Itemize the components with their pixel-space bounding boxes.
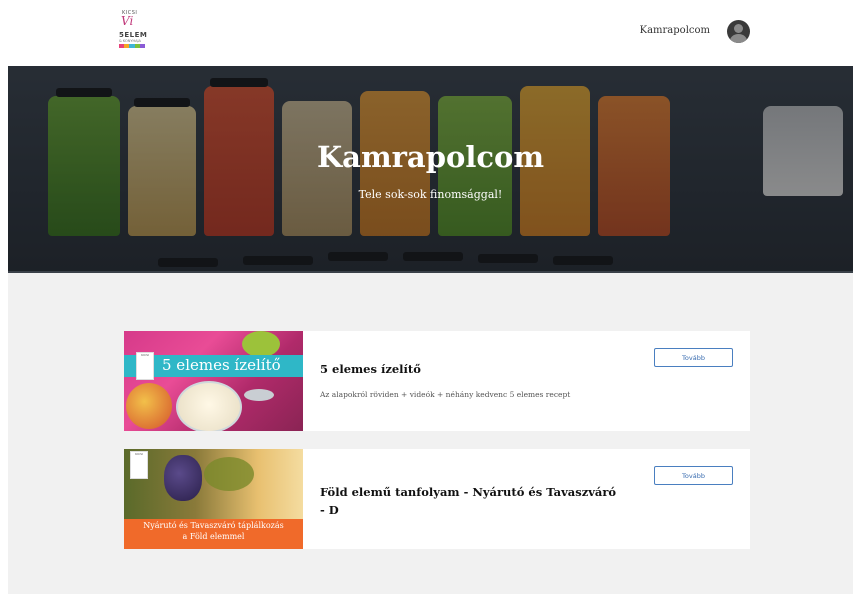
apple-image [242,331,280,357]
course-description: Az alapokról röviden + videók + néhány k… [320,390,571,399]
grape-image [164,455,202,501]
course-card[interactable]: KICSI Nyárutó és Tavaszváró táplálkozás … [124,449,750,549]
hero-banner: Kamrapolcom Tele sok-sok finomsággal! [8,66,853,273]
course-image-title: 5 elemes ízelítő [162,356,281,374]
course-list-section: KICSI 5 elemes ízelítő 5 elemes ízelítő … [8,273,853,594]
course-thumbnail[interactable]: KICSI 5 elemes ízelítő [124,331,303,431]
bowl-image [176,381,242,431]
user-name[interactable]: Kamrapolcom [640,25,710,36]
hero-title: Kamrapolcom [316,140,545,174]
course-title[interactable]: 5 elemes ízelítő [320,360,421,378]
leaf-image [204,457,254,491]
top-header: KICSI Vi 5ELEM & KONYHAJA Kamrapolcom [0,0,853,66]
logo-text-vi: Vi [121,14,134,28]
course-image-title-line1: Nyárutó és Tavaszváró táplálkozás [143,521,284,530]
course-image-title-line2: a Föld elemmel [182,532,245,541]
site-logo[interactable]: KICSI Vi 5ELEM & KONYHAJA [117,10,161,50]
logo-text-konyhaja: & KONYHAJA [119,39,141,43]
course-title-line1[interactable]: Föld elemű tanfolyam - Nyárutó és Tavasz… [320,483,616,501]
course-image-banner: Nyárutó és Tavaszváró táplálkozás a Föld… [124,519,303,549]
mini-logo: KICSI [136,352,154,380]
logo-text-5elem: 5ELEM [119,31,148,39]
course-image-banner: KICSI 5 elemes ízelítő [124,352,303,380]
course-card[interactable]: KICSI 5 elemes ízelítő 5 elemes ízelítő … [124,331,750,431]
user-avatar[interactable] [727,20,750,43]
course-thumbnail[interactable]: KICSI Nyárutó és Tavaszváró táplálkozás … [124,449,303,549]
apple-image [126,383,172,429]
spoon-image [244,389,274,401]
logo-color-stripe [119,44,146,48]
course-title-line2[interactable]: - D [320,501,339,519]
more-button[interactable]: Tovább [654,348,733,367]
more-button[interactable]: Tovább [654,466,733,485]
hero-subtitle: Tele sok-sok finomsággal! [358,188,503,201]
mini-logo: KICSI [130,451,148,479]
